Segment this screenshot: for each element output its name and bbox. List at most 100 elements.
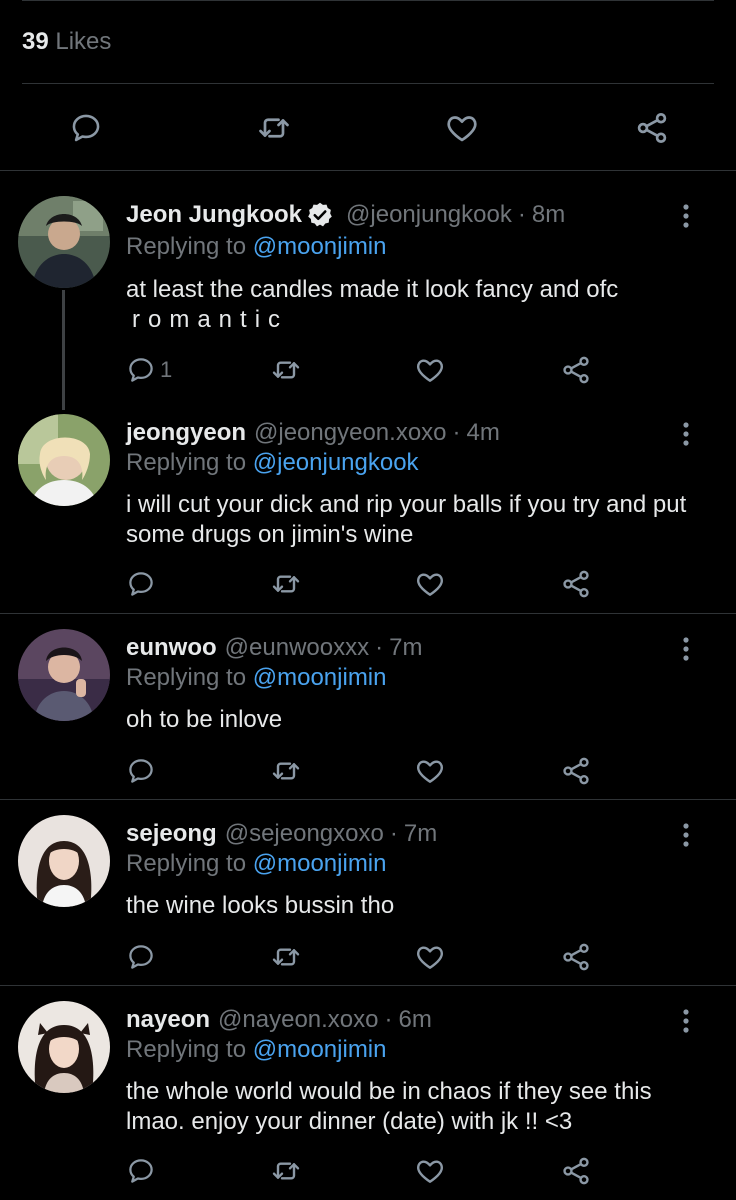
divider [0,613,736,614]
main-tweet-actions [0,106,736,150]
reply-icon [129,358,153,382]
top-divider [22,0,714,1]
separator-dot: · [375,634,384,661]
display-name[interactable]: nayeon [126,1005,210,1035]
replying-to: Replying to @moonjimin [126,232,386,262]
tweet-text-line: romantic [132,306,289,333]
replying-to-label: Replying to [126,449,247,476]
replying-to-label: Replying to [126,233,247,260]
display-name[interactable]: jeongyeon [126,418,246,448]
reply-button[interactable]: 1 [126,352,172,388]
tweet-text: oh to be inlove [126,706,283,733]
heart-icon [417,760,443,783]
reply-button[interactable] [126,753,156,789]
retweet-button[interactable] [270,352,302,388]
avatar[interactable] [18,1001,110,1093]
share-button[interactable] [560,753,592,789]
reply-button[interactable] [126,1153,156,1189]
timestamp[interactable]: 7m [404,819,437,849]
timestamp[interactable]: 8m [532,200,565,230]
share-icon [563,943,589,971]
reply-button[interactable] [126,939,156,975]
like-button[interactable] [414,939,446,975]
tweet-text-line: at least the candles made it look fancy … [126,276,619,303]
separator-dot: · [389,820,398,847]
like-button[interactable] [414,566,446,602]
timestamp[interactable]: 4m [467,418,500,448]
share-icon [563,757,589,785]
avatar[interactable] [18,414,110,506]
divider [0,799,736,800]
more-vertical-icon[interactable] [672,817,700,853]
share-icon [563,570,589,598]
share-icon[interactable] [630,106,674,150]
handle[interactable]: @sejeongxoxo [225,819,384,849]
retweet-icon [272,575,300,593]
timestamp[interactable]: 6m [399,1005,432,1035]
reply-count: 1 [160,357,173,382]
share-button[interactable] [560,939,592,975]
retweet-icon [272,948,300,966]
like-button[interactable] [414,753,446,789]
thread-line [62,290,65,410]
retweet-icon[interactable] [252,106,296,150]
share-button[interactable] [560,352,592,388]
display-name[interactable]: eunwoo [126,633,217,663]
share-button[interactable] [560,566,592,602]
reply-icon[interactable] [64,106,108,150]
handle[interactable]: @jeongyeon.xoxo [254,418,447,448]
retweet-button[interactable] [270,939,302,975]
handle[interactable]: @nayeon.xoxo [218,1005,378,1035]
retweet-button[interactable] [270,753,302,789]
tweet-actions: 1 [126,352,736,388]
divider [0,170,736,171]
avatar[interactable] [18,815,110,907]
handle[interactable]: @eunwooxxx [225,633,369,663]
separator-dot: · [517,201,526,228]
retweet-button[interactable] [270,1153,302,1189]
likes-summary[interactable]: 39 Likes [22,28,111,56]
divider [0,985,736,986]
tweet-text: the whole world would be in chaos if the… [126,1078,652,1135]
replying-to: Replying to @moonjimin [126,849,386,879]
like-button[interactable] [414,352,446,388]
avatar[interactable] [18,196,110,288]
replying-to-mention[interactable]: @moonjimin [253,850,387,877]
separator-dot: · [384,1006,393,1033]
timestamp[interactable]: 7m [389,633,422,663]
tweet-text: at least the candles made it look fancy … [126,275,696,335]
display-name[interactable]: Jeon Jungkook [126,200,302,230]
reply-icon [129,945,153,969]
reply-button[interactable] [126,566,156,602]
heart-icon [417,573,443,596]
replying-to-label: Replying to [126,1036,247,1063]
share-button[interactable] [560,1153,592,1189]
avatar[interactable] [18,629,110,721]
heart-icon [417,359,443,382]
retweet-icon [272,762,300,780]
more-vertical-icon[interactable] [672,631,700,667]
heart-icon[interactable] [440,106,484,150]
replying-to-mention[interactable]: @moonjimin [253,233,387,260]
replying-to-mention[interactable]: @moonjimin [253,1036,387,1063]
reply-icon [129,1159,153,1183]
more-vertical-icon[interactable] [672,1003,700,1039]
handle[interactable]: @jeonjungkook [346,200,512,230]
heart-icon [417,1160,443,1183]
reply-icon [129,759,153,783]
more-vertical-icon[interactable] [672,416,700,452]
replying-to: Replying to @moonjimin [126,663,386,693]
share-icon [563,1157,589,1185]
tweet-actions [126,1153,736,1189]
replying-to: Replying to @jeonjungkook [126,448,419,478]
display-name[interactable]: sejeong [126,819,217,849]
more-vertical-icon[interactable] [672,198,700,234]
replying-to-mention[interactable]: @moonjimin [253,664,387,691]
like-button[interactable] [414,1153,446,1189]
likes-divider [22,83,714,84]
retweet-button[interactable] [270,566,302,602]
retweet-icon [272,361,300,379]
replying-to-mention[interactable]: @jeonjungkook [253,449,419,476]
tweet-text: the wine looks bussin tho [126,892,395,919]
tweet-actions [126,939,736,975]
